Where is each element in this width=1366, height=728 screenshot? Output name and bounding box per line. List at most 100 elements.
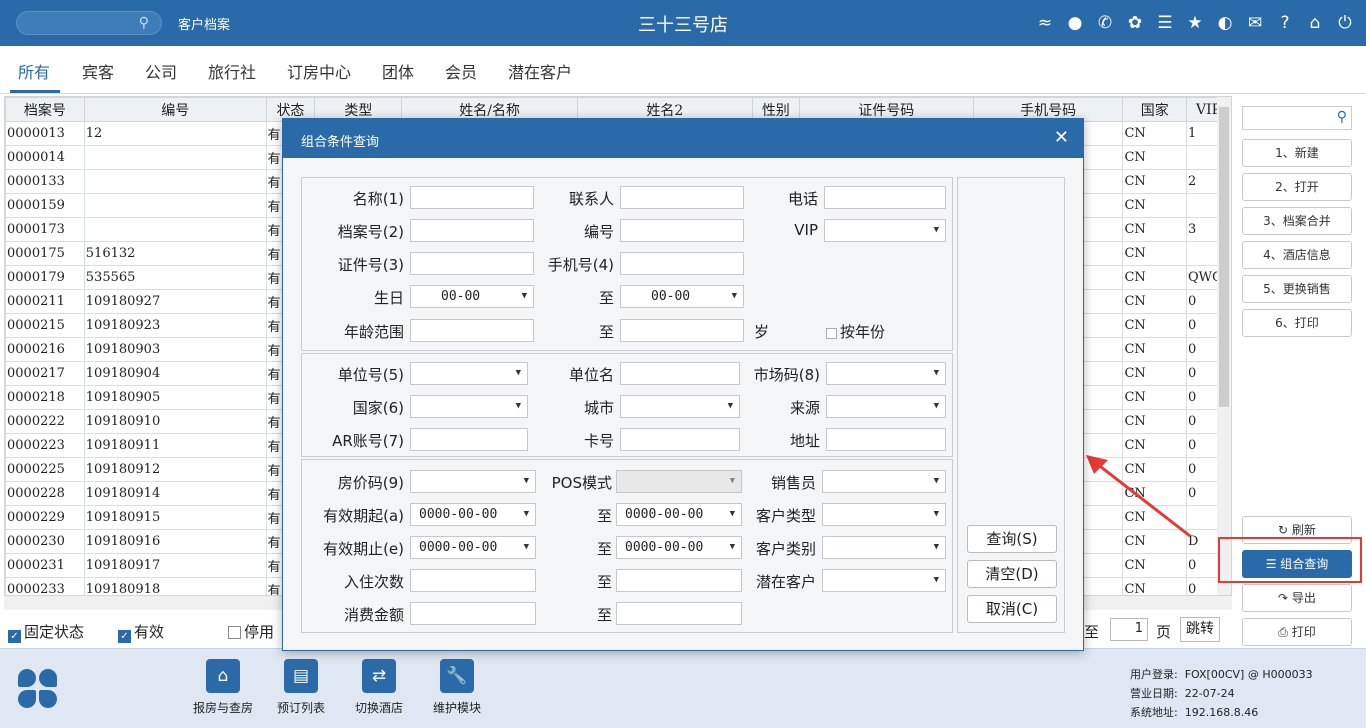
wifi-icon[interactable]: ≈: [1032, 10, 1058, 36]
change-sales-button[interactable]: 5、更换销售: [1242, 275, 1352, 303]
scroll-thumb[interactable]: [1219, 107, 1229, 407]
room-report-button[interactable]: ⌂ 报房与查房: [190, 659, 256, 716]
name-input[interactable]: [410, 186, 534, 209]
contact-input[interactable]: [620, 186, 744, 209]
query-button[interactable]: 查询(S): [967, 525, 1057, 553]
fixed-status-checkbox[interactable]: ✓ 固定状态: [8, 621, 84, 643]
tab-group[interactable]: 团体: [382, 59, 414, 83]
switch-hotel-button[interactable]: ⇄ 切换酒店: [350, 659, 408, 716]
tab-potential[interactable]: 潜在客户: [508, 59, 572, 83]
cust-type-select[interactable]: [822, 503, 946, 526]
table-cell: CN: [1122, 145, 1187, 170]
chat-icon[interactable]: ●: [1062, 10, 1088, 36]
menu-icon[interactable]: ☰: [1152, 10, 1178, 36]
organization-section: 单位号(5) 单位名 市场码(8) 国家(6) 城市 来源 AR账号(7) 卡号…: [301, 353, 953, 457]
column-header[interactable]: 国家: [1122, 97, 1187, 122]
table-cell: 109180905: [83, 385, 267, 410]
mobile-input[interactable]: [620, 252, 744, 275]
clear-button[interactable]: 清空(D): [967, 560, 1057, 588]
search-icon: ⚲: [1336, 109, 1347, 125]
market-select[interactable]: [826, 362, 946, 385]
valid-from-start-select[interactable]: 0000-00-00: [410, 503, 536, 526]
spend-label: 消费金额: [343, 606, 404, 624]
table-cell: 516132: [83, 241, 267, 266]
contrast-icon[interactable]: ◐: [1212, 10, 1238, 36]
valid-checkbox[interactable]: ✓ 有效: [118, 621, 164, 643]
card-input[interactable]: [620, 428, 740, 451]
open-button[interactable]: 2、打开: [1242, 173, 1352, 201]
stays-to-input[interactable]: [616, 569, 742, 592]
spend-to-input[interactable]: [616, 602, 742, 625]
print-list-button[interactable]: 6、打印: [1242, 309, 1352, 337]
help-icon[interactable]: ?: [1272, 10, 1298, 36]
page-number-input[interactable]: 1: [1110, 618, 1148, 641]
birthday-from-select[interactable]: 00-00: [410, 285, 534, 308]
city-select[interactable]: [620, 395, 740, 418]
age-to-input[interactable]: [620, 319, 744, 342]
pos-mode-select[interactable]: [616, 470, 742, 493]
file-no-input[interactable]: [410, 219, 534, 242]
potential-select[interactable]: [822, 569, 946, 592]
print-label: 打印: [1291, 625, 1316, 639]
tab-guest[interactable]: 宾客: [82, 59, 114, 83]
mail-icon[interactable]: ✉: [1242, 10, 1268, 36]
room-report-label: 报房与查房: [192, 701, 253, 715]
booking-list-label: 预订列表: [276, 701, 325, 715]
export-button[interactable]: ↷ 导出: [1242, 584, 1352, 612]
code-input[interactable]: [620, 219, 744, 242]
table-cell: 0000223: [5, 433, 85, 458]
phone-icon[interactable]: ✆: [1092, 10, 1118, 36]
valid-from-end-select[interactable]: 0000-00-00: [616, 503, 742, 526]
table-cell: 0000179: [5, 265, 85, 290]
star-icon[interactable]: ★: [1182, 10, 1208, 36]
new-button[interactable]: 1、新建: [1242, 139, 1352, 167]
table-cell: [83, 145, 267, 170]
power-icon[interactable]: ⏻: [1332, 10, 1358, 36]
palette-icon[interactable]: ✿: [1122, 10, 1148, 36]
switch-hotel-label: 切换酒店: [354, 701, 403, 715]
merge-file-button[interactable]: 3、档案合并: [1242, 207, 1352, 235]
table-vertical-scrollbar[interactable]: [1217, 97, 1231, 595]
sales-label: 销售员: [770, 474, 816, 492]
valid-to-start-select[interactable]: 0000-00-00: [410, 536, 536, 559]
close-icon[interactable]: ✕: [1054, 127, 1069, 148]
booking-list-button[interactable]: ▤ 预订列表: [272, 659, 330, 716]
by-year-checkbox[interactable]: 按年份: [826, 321, 885, 342]
unit-name-input[interactable]: [620, 362, 740, 385]
disabled-checkbox[interactable]: 停用: [228, 621, 274, 642]
tab-member[interactable]: 会员: [445, 59, 477, 83]
spend-from-input[interactable]: [410, 602, 536, 625]
tab-company[interactable]: 公司: [145, 59, 177, 83]
cust-category-select[interactable]: [822, 536, 946, 559]
tab-booking-center[interactable]: 订房中心: [287, 59, 351, 83]
birthday-to-select[interactable]: 00-00: [620, 285, 744, 308]
global-search-input[interactable]: ⚲: [16, 11, 162, 35]
table-cell: 109180904: [83, 361, 267, 386]
unit-no-select[interactable]: [410, 362, 528, 385]
phone-input[interactable]: [824, 186, 946, 209]
vip-select[interactable]: [824, 219, 946, 242]
maintenance-button[interactable]: 🔧 维护模块: [428, 659, 486, 716]
source-select[interactable]: [826, 395, 946, 418]
address-input[interactable]: [826, 428, 946, 451]
valid-to-end-select[interactable]: 0000-00-00: [616, 536, 742, 559]
rate-code-select[interactable]: [410, 470, 536, 493]
sales-select[interactable]: [822, 470, 946, 493]
column-header[interactable]: 编号: [83, 97, 267, 122]
jump-button[interactable]: 跳转: [1180, 617, 1220, 642]
id-no-input[interactable]: [410, 252, 534, 275]
tab-travel-agency[interactable]: 旅行社: [208, 59, 256, 83]
id-no-label: 证件号(3): [337, 256, 404, 274]
tab-all[interactable]: 所有: [18, 59, 50, 83]
cancel-button[interactable]: 取消(C): [967, 595, 1057, 623]
hotel-info-button[interactable]: 4、酒店信息: [1242, 241, 1352, 269]
ar-account-input[interactable]: [410, 428, 528, 451]
print-button[interactable]: ⎙ 打印: [1242, 618, 1352, 646]
sidebar-search-input[interactable]: ⚲: [1242, 106, 1352, 130]
age-from-input[interactable]: [410, 319, 534, 342]
country-select[interactable]: [410, 395, 528, 418]
home-icon[interactable]: ⌂: [1302, 10, 1328, 36]
potential-label: 潜在客户: [755, 573, 816, 591]
stays-from-input[interactable]: [410, 569, 536, 592]
column-header[interactable]: 档案号: [5, 97, 85, 122]
